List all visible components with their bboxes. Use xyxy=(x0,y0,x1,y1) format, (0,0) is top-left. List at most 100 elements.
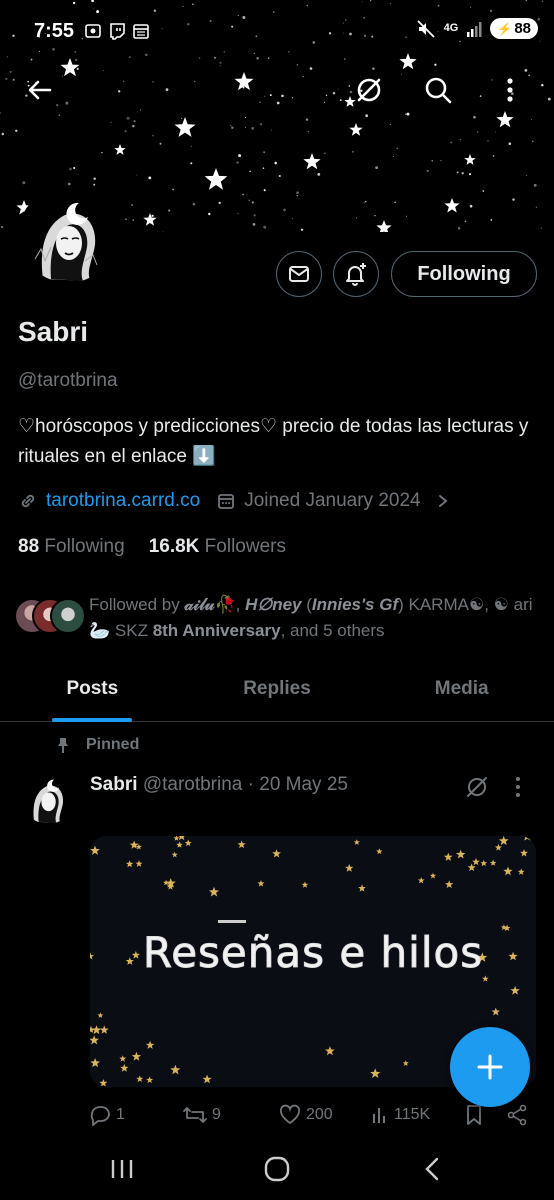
banner-dot-star xyxy=(93,183,96,186)
media-gold-star xyxy=(184,839,192,847)
system-navigation-bar xyxy=(0,1136,554,1200)
banner-dot-star xyxy=(283,208,286,212)
media-gold-star xyxy=(523,836,531,841)
banner-dot-star xyxy=(363,202,365,204)
banner-dot-star xyxy=(248,199,251,202)
banner-dot-star xyxy=(73,166,76,170)
media-gold-star xyxy=(90,1035,99,1045)
banner-dot-star xyxy=(356,217,357,219)
profile-avatar[interactable] xyxy=(18,186,118,286)
repost-count: 9 xyxy=(212,1106,221,1123)
followed-by-avatars xyxy=(14,598,86,634)
more-options-button[interactable] xyxy=(488,68,532,112)
banner-dot-star xyxy=(126,116,130,120)
banner-dot-star xyxy=(58,114,61,117)
like-icon xyxy=(279,1104,301,1125)
repost-action[interactable]: 9 xyxy=(182,1104,221,1126)
banner-dot-star xyxy=(426,169,429,173)
banner-dot-star xyxy=(305,118,309,121)
back-button[interactable] xyxy=(18,68,62,112)
media-gold-star xyxy=(99,1025,109,1034)
share-action[interactable] xyxy=(506,1104,528,1126)
tab-posts[interactable]: Posts xyxy=(0,664,185,721)
banner-dot-star xyxy=(262,167,265,169)
banner-dot-star xyxy=(461,172,464,175)
following-stat[interactable]: 88 Following xyxy=(18,536,125,558)
banner-dot-star xyxy=(508,142,512,145)
grok-button[interactable] xyxy=(347,68,391,112)
media-gold-star xyxy=(131,1051,142,1061)
media-gold-star xyxy=(443,852,453,861)
follower-name-part: Innies's Gf xyxy=(311,595,399,614)
media-gold-star xyxy=(119,1055,127,1062)
banner-dot-star xyxy=(231,126,234,129)
banner-dot-star xyxy=(271,129,273,131)
tab-media[interactable]: Media xyxy=(369,664,554,721)
media-gold-star xyxy=(129,840,139,849)
banner-dot-star xyxy=(190,162,193,165)
banner-dot-star xyxy=(219,65,221,67)
battery-level: 88 xyxy=(514,20,531,37)
post-author-name[interactable]: Sabri xyxy=(90,774,138,795)
media-dash xyxy=(218,920,246,923)
media-gold-star xyxy=(125,860,134,868)
following-button[interactable]: Following xyxy=(391,251,537,297)
share-icon xyxy=(507,1104,527,1126)
banner-dot-star xyxy=(389,123,391,125)
compose-button[interactable] xyxy=(450,1027,530,1107)
post-more-button[interactable] xyxy=(514,774,522,805)
banner-dot-star xyxy=(473,115,476,119)
banner-dot-star xyxy=(132,219,134,221)
banner-dot-star xyxy=(482,190,485,192)
views-action[interactable]: 115K xyxy=(370,1105,430,1125)
banner-dot-star xyxy=(219,61,222,64)
banner-dot-star xyxy=(296,63,299,66)
banner-dot-star xyxy=(251,127,255,130)
post-author-avatar[interactable] xyxy=(22,772,74,824)
banner-dot-star xyxy=(401,73,403,75)
banner-dot-star xyxy=(1,132,5,136)
banner-dot-star xyxy=(276,101,280,105)
media-gold-star xyxy=(145,1040,155,1049)
media-gold-star xyxy=(163,879,170,886)
banner-dot-star xyxy=(292,97,294,99)
banner-dot-star xyxy=(15,129,18,132)
bookmark-action[interactable] xyxy=(464,1104,484,1126)
media-gold-star xyxy=(325,1046,335,1056)
recent-apps-button[interactable] xyxy=(102,1154,142,1184)
banner-dot-star xyxy=(0,112,1,114)
chevron-right-icon[interactable] xyxy=(435,491,451,511)
profile-link[interactable]: tarotbrina.carrd.co xyxy=(46,490,200,512)
tab-replies[interactable]: Replies xyxy=(185,664,370,721)
reply-action[interactable]: 1 xyxy=(88,1104,125,1126)
grok-icon xyxy=(467,777,487,797)
banner-dot-star xyxy=(151,214,154,217)
banner-dot-star xyxy=(278,174,281,178)
search-button[interactable] xyxy=(416,68,460,112)
media-gold-star xyxy=(90,845,100,855)
message-button[interactable] xyxy=(276,251,322,297)
home-button[interactable] xyxy=(257,1154,297,1184)
plus-icon xyxy=(477,1054,503,1080)
media-gold-star xyxy=(445,880,454,889)
more-vertical-icon xyxy=(516,777,520,797)
mute-icon xyxy=(417,19,435,38)
post-grok-button[interactable] xyxy=(464,774,490,805)
like-action[interactable]: 200 xyxy=(278,1104,333,1126)
signal-icon xyxy=(467,21,482,37)
banner-dot-star xyxy=(365,201,367,203)
banner-dot-star xyxy=(479,95,482,97)
back-system-button[interactable] xyxy=(412,1154,452,1184)
banner-dot-star xyxy=(152,81,154,83)
notifications-button[interactable] xyxy=(333,251,379,297)
banner-dot-star xyxy=(396,147,398,149)
media-gold-star xyxy=(173,836,180,841)
followers-stat[interactable]: 16.8K Followers xyxy=(149,536,286,558)
banner-dot-star xyxy=(249,170,251,173)
media-gold-star xyxy=(178,836,185,841)
bookmark-icon xyxy=(467,1105,481,1125)
banner-dot-star xyxy=(532,140,534,143)
media-gold-star xyxy=(176,841,183,848)
banner-dot-star xyxy=(148,176,152,180)
follower-name-part: 8th Anniversary xyxy=(152,621,281,640)
